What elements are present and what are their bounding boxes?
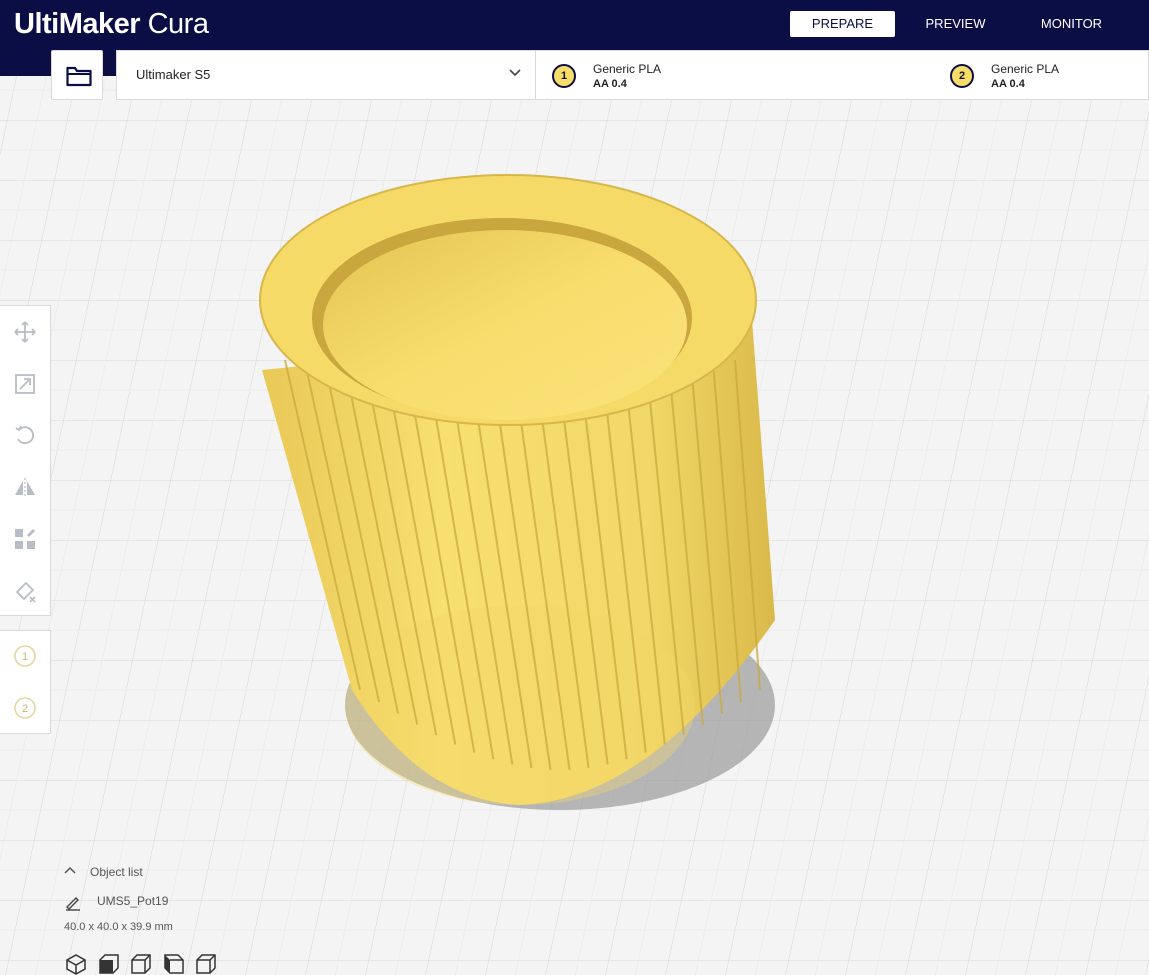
mirror-icon[interactable] [13, 476, 37, 500]
3d-view-icon[interactable] [65, 953, 87, 975]
extruder-1-badge: 1 [552, 64, 576, 88]
move-icon[interactable] [13, 320, 37, 344]
logo-light: Cura [147, 8, 209, 40]
tab-monitor[interactable]: MONITOR [1024, 11, 1119, 37]
printer-selector[interactable]: Ultimaker S5 [116, 50, 536, 100]
scale-icon[interactable] [13, 372, 37, 396]
top-view-icon[interactable] [130, 953, 152, 975]
printer-name: Ultimaker S5 [136, 67, 211, 82]
object-dimensions: 40.0 x 40.0 x 39.9 mm [64, 921, 173, 933]
app-logo: UltiMaker Cura [14, 7, 209, 41]
3d-viewport[interactable] [0, 0, 1149, 975]
extruder-2-button[interactable]: 2 [13, 696, 37, 720]
extruder-2-material: Generic PLA [991, 62, 1060, 76]
left-view-icon[interactable] [163, 953, 185, 975]
extruder-2-core: AA 0.4 [991, 78, 1025, 90]
right-view-icon[interactable] [195, 953, 217, 975]
tool-panel [0, 305, 51, 616]
pencil-icon[interactable] [64, 893, 82, 911]
chevron-down-icon [509, 69, 521, 77]
front-view-icon[interactable] [98, 953, 120, 975]
extruder-panel: 1 2 [0, 630, 51, 734]
object-list-toggle[interactable]: Object list [90, 865, 143, 879]
extruder-2-badge: 2 [950, 64, 974, 88]
extruder-2-number: 2 [22, 703, 28, 715]
open-file-button[interactable] [51, 50, 103, 100]
extruder-1-material: Generic PLA [593, 62, 662, 76]
extruder-1-core: AA 0.4 [593, 78, 627, 90]
logo-bold: UltiMaker [14, 8, 141, 40]
rotate-icon[interactable] [13, 423, 37, 447]
tab-preview[interactable]: PREVIEW [908, 11, 1003, 37]
tab-prepare[interactable]: PREPARE [790, 11, 895, 37]
extruder-1-number: 1 [22, 651, 28, 663]
object-name[interactable]: UMS5_Pot19 [97, 894, 168, 908]
folder-icon [66, 66, 92, 87]
chevron-up-icon[interactable] [64, 866, 76, 876]
per-model-settings-icon[interactable] [13, 527, 37, 551]
extruder-1-button[interactable]: 1 [13, 644, 37, 668]
support-blocker-icon[interactable] [13, 579, 37, 603]
app-header: UltiMaker Cura PREPARE PREVIEW MONITOR [0, 0, 1149, 50]
material-selector[interactable]: 1 Generic PLA AA 0.4 2 Generic PLA AA 0.… [535, 50, 1149, 100]
